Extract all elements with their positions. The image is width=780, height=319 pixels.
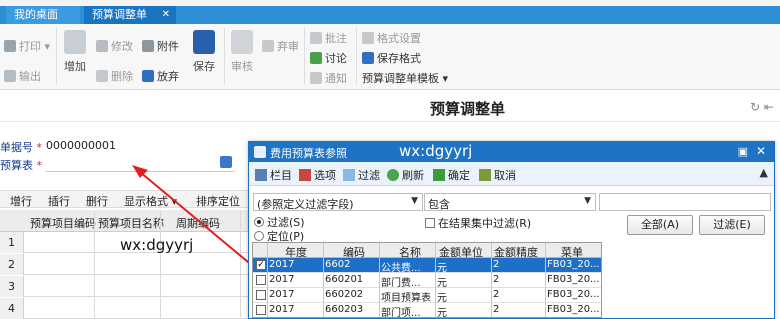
- cell-unit: 元: [437, 308, 447, 318]
- cell-menu: FB03_20...: [547, 259, 600, 270]
- cell-name: 公共费...: [381, 263, 421, 274]
- row-checkbox[interactable]: [256, 290, 266, 300]
- options-icon: [299, 169, 311, 181]
- row-checkbox[interactable]: [256, 275, 266, 285]
- filter-value-input[interactable]: [599, 193, 771, 211]
- chevron-down-icon: ▼: [584, 196, 591, 206]
- columns-button[interactable]: 栏目: [255, 167, 292, 183]
- collapse-icon[interactable]: ▲: [760, 166, 768, 179]
- cell-precision: 2: [493, 289, 500, 300]
- radio-dot: [254, 231, 264, 241]
- cell-precision: 2: [493, 304, 500, 315]
- dialog-title-bar[interactable]: 费用预算表参照 wx:dgyyrj ▣ ✕: [249, 142, 774, 162]
- checkbox: [425, 218, 435, 228]
- grid-line: [323, 243, 324, 317]
- cell-precision: 2: [493, 274, 500, 285]
- cell-name: 部门费...: [381, 278, 421, 289]
- maximize-icon[interactable]: ▣: [738, 145, 748, 158]
- dialog-app-icon: [254, 146, 266, 158]
- refresh-button[interactable]: 刷新: [387, 167, 424, 183]
- reference-table: 年度 编码 名称 金额单位 金额精度 菜单 ✓ 2017 6602 公共费...…: [252, 242, 602, 318]
- row-checkbox[interactable]: [256, 305, 266, 315]
- table-row[interactable]: 2017 660202 项目预算表 元 2 FB03_20...: [253, 288, 601, 304]
- reference-dialog: 费用预算表参照 wx:dgyyrj ▣ ✕ 栏目 选项 过滤 刷新 确定 取消 …: [248, 141, 775, 319]
- all-button[interactable]: 全部(A): [627, 215, 693, 235]
- cell-menu: FB03_20...: [547, 274, 600, 285]
- grid-line: [379, 243, 380, 317]
- cell-menu: FB03_20...: [547, 289, 600, 300]
- grid-line: [491, 243, 492, 317]
- cell-precision: 2: [493, 259, 500, 270]
- app-window: 我的桌面 预算调整单 ✕ 打印 ▾ 输出 增加 修改 附件 删除 放弃 保存 审…: [0, 0, 780, 319]
- in-result-filter-checkbox[interactable]: 在结果集中过滤(R): [425, 215, 531, 231]
- cancel-button[interactable]: 取消: [479, 167, 516, 183]
- row-checkbox[interactable]: ✓: [256, 260, 266, 270]
- reference-table-header: 年度 编码 名称 金额单位 金额精度 菜单: [253, 243, 601, 259]
- grid-line: [435, 243, 436, 317]
- dialog-title: 费用预算表参照: [270, 147, 347, 160]
- grid-line: [267, 243, 268, 317]
- cell-code: 660203: [325, 304, 364, 315]
- dialog-toolbar: 栏目 选项 过滤 刷新 确定 取消 ▲: [249, 162, 774, 186]
- close-icon[interactable]: ✕: [756, 144, 766, 158]
- cancel-icon: [479, 169, 491, 181]
- check-icon: [433, 169, 445, 181]
- cell-year: 2017: [269, 304, 295, 315]
- table-row[interactable]: 2017 660203 部门项... 元 2 FB03_20...: [253, 303, 601, 318]
- cell-year: 2017: [269, 259, 295, 270]
- cell-unit: 元: [437, 278, 447, 289]
- cell-unit: 元: [437, 263, 447, 274]
- options-button[interactable]: 选项: [299, 167, 336, 183]
- cell-year: 2017: [269, 289, 295, 300]
- confirm-button[interactable]: 确定: [433, 167, 470, 183]
- filter-button[interactable]: 过滤: [343, 167, 380, 183]
- cell-name: 项目预算表: [381, 293, 431, 304]
- cell-unit: 元: [437, 293, 447, 304]
- filter-field-select[interactable]: (参照定义过滤字段) ▼: [253, 193, 423, 211]
- table-row[interactable]: ✓ 2017 6602 公共费... 元 2 FB03_20...: [253, 258, 601, 274]
- filter-apply-button[interactable]: 过滤(E): [699, 215, 765, 235]
- cell-year: 2017: [269, 274, 295, 285]
- cell-code: 6602: [325, 259, 351, 270]
- refresh-icon: [387, 169, 399, 181]
- arrow-line: [139, 171, 261, 273]
- radio-dot: [254, 217, 264, 227]
- funnel-icon: [343, 169, 355, 181]
- columns-icon: [255, 169, 267, 181]
- grid-line: [545, 243, 546, 317]
- dialog-watermark: wx:dgyyrj: [399, 142, 473, 160]
- cell-menu: FB03_20...: [547, 304, 600, 315]
- cell-code: 660202: [325, 289, 364, 300]
- cell-code: 660201: [325, 274, 364, 285]
- operator-select[interactable]: 包含 ▼: [424, 193, 596, 211]
- cell-name: 部门项...: [381, 308, 421, 318]
- chevron-down-icon: ▼: [411, 196, 418, 206]
- table-row[interactable]: 2017 660201 部门费... 元 2 FB03_20...: [253, 273, 601, 289]
